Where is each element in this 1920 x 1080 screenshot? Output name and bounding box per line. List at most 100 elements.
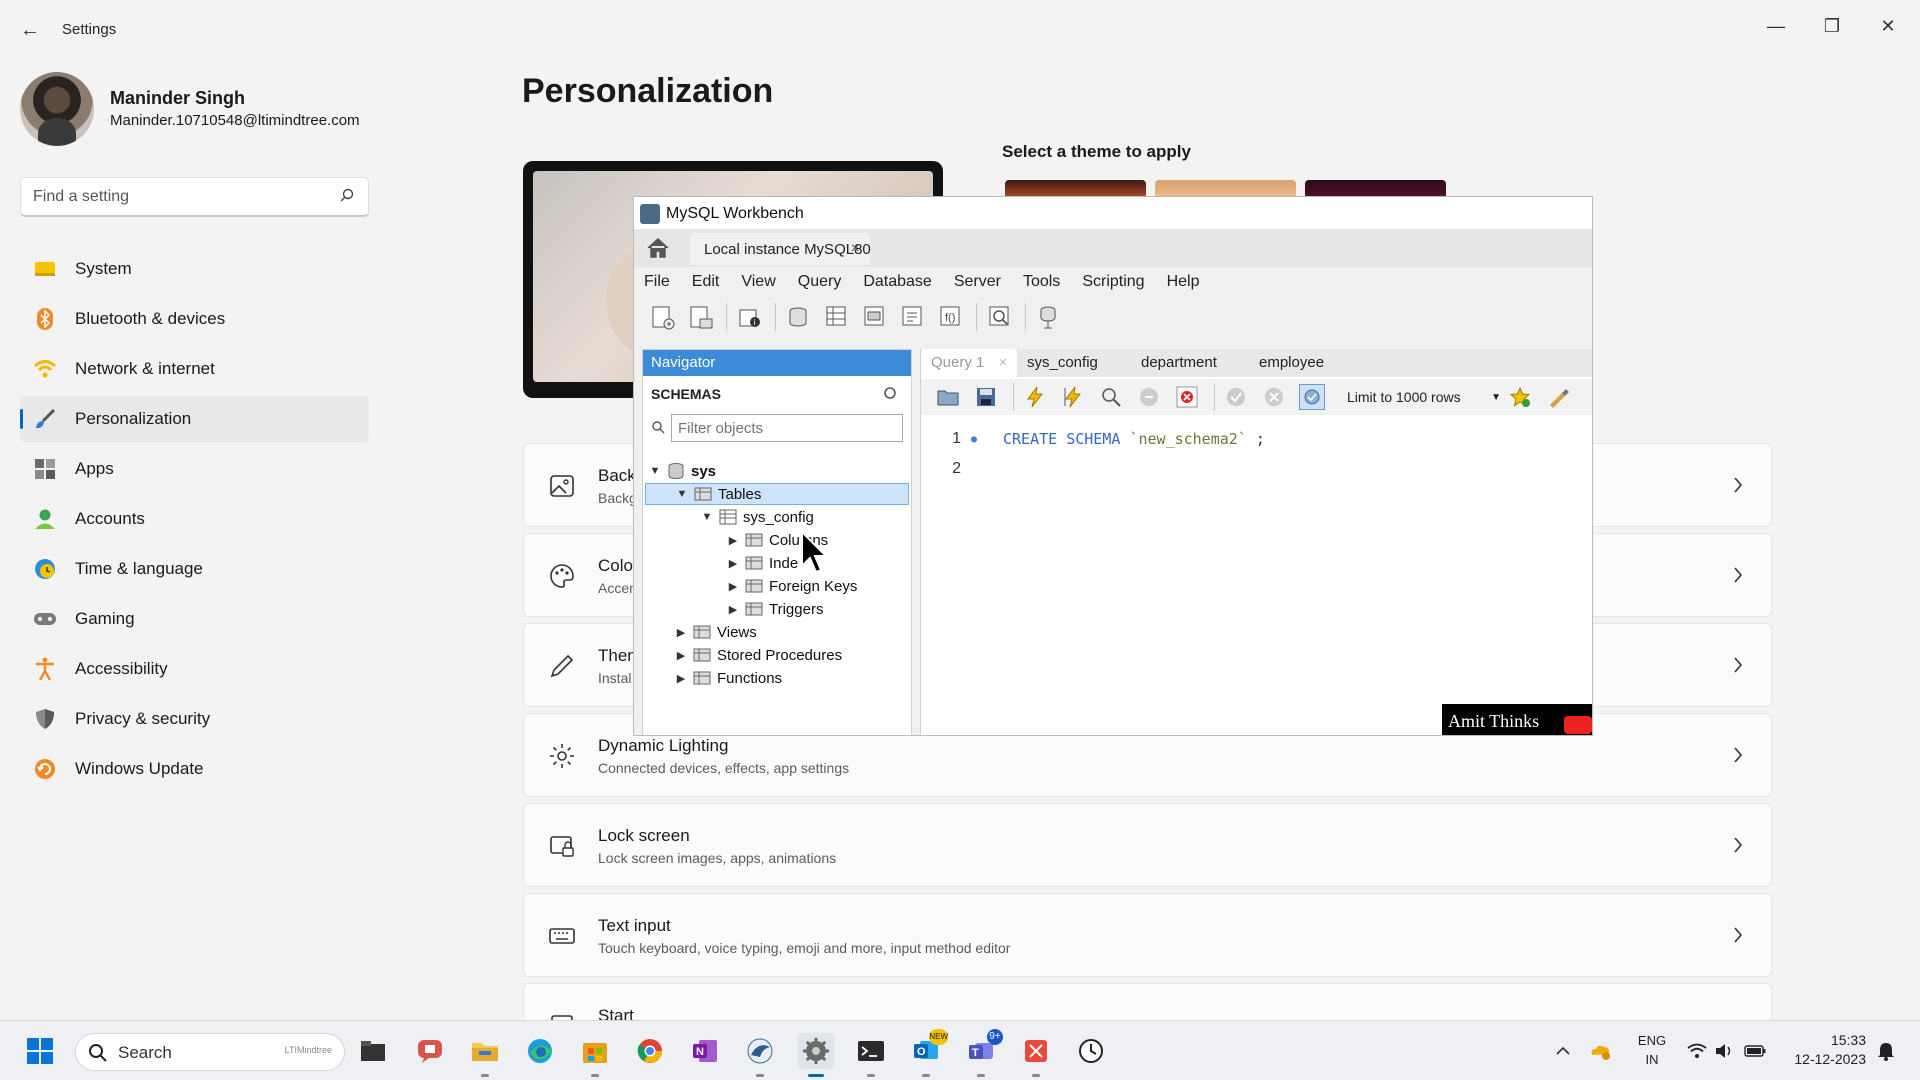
expand-triangle-icon[interactable]: ▶ [727,534,739,547]
code-line-1[interactable]: 1 ● CREATE SCHEMA `new_schema2` ; [921,427,1265,451]
search-input[interactable] [33,186,323,208]
add-snippet-icon[interactable] [1507,384,1533,410]
chrome-icon[interactable] [632,1033,668,1069]
expand-triangle-icon[interactable]: ▶ [727,603,739,616]
sidebar-item-personalization[interactable]: Personalization [20,396,369,442]
tree-indexes[interactable]: ▶ Inde [727,552,798,574]
close-tab-icon[interactable]: × [999,354,1008,371]
open-folder-icon[interactable] [935,384,961,410]
menu-tools[interactable]: Tools [1023,267,1060,297]
terminal-icon[interactable] [853,1033,889,1077]
back-arrow-icon[interactable]: ← [18,18,42,42]
menu-query[interactable]: Query [798,267,842,297]
sidebar-item-windows-update[interactable]: Windows Update [20,746,369,792]
sidebar-item-network[interactable]: Network & internet [20,346,369,392]
search-icon[interactable] [340,188,354,202]
tab-sys-config[interactable]: sys_config [1027,349,1098,377]
explain-icon[interactable] [1098,384,1124,410]
inspector-icon[interactable]: i [735,302,765,332]
create-schema-icon[interactable] [784,302,814,332]
onedrive-warning-icon[interactable] [1588,1039,1612,1063]
sidebar-item-bluetooth[interactable]: Bluetooth & devices [20,296,369,342]
sidebar-item-gaming[interactable]: Gaming [20,596,369,642]
avatar[interactable] [20,72,94,146]
sidebar-item-time-language[interactable]: Time & language [20,546,369,592]
collapse-triangle-icon[interactable]: ▼ [676,488,688,500]
tree-views[interactable]: ▶ Views [675,621,757,643]
restore-icon[interactable]: ❐ [1810,8,1854,44]
code-line-2[interactable]: 2 [921,457,967,481]
connection-tab[interactable]: Local instance MySQL80 × [690,233,871,265]
tree-functions[interactable]: ▶ Functions [675,667,782,689]
sidebar-item-privacy[interactable]: Privacy & security [20,696,369,742]
save-icon[interactable] [973,384,999,410]
windows-start-icon[interactable] [22,1033,58,1069]
tree-triggers[interactable]: ▶ Triggers [727,598,824,620]
collapse-triangle-icon[interactable]: ▼ [649,465,661,477]
menu-view[interactable]: View [741,267,775,297]
expand-triangle-icon[interactable]: ▶ [675,672,687,685]
create-view-icon[interactable] [860,302,890,332]
tree-foreign-keys[interactable]: ▶ Foreign Keys [727,575,858,597]
schema-sys[interactable]: ▼ sys [649,460,716,482]
menu-file[interactable]: File [644,267,670,297]
menu-server[interactable]: Server [954,267,1001,297]
reconnect-icon[interactable] [1034,302,1064,332]
taskbar-search[interactable]: Search LTIMindtree [75,1033,345,1071]
collapse-triangle-icon[interactable]: ▼ [701,511,713,523]
tree-stored-procedures[interactable]: ▶ Stored Procedures [675,644,842,666]
chevron-up-icon[interactable] [1552,1039,1574,1063]
snipping-icon[interactable] [1018,1033,1054,1077]
workbench-dolphin-icon[interactable] [742,1033,778,1077]
menu-database[interactable]: Database [863,267,932,297]
sidebar-item-accounts[interactable]: Accounts [20,496,369,542]
execute-icon[interactable] [1022,384,1048,410]
tree-tables[interactable]: ▼ Tables [645,483,909,505]
tree-table-sys-config[interactable]: ▼ sys_config [701,506,814,528]
home-icon[interactable] [646,237,670,259]
wifi-status-icon[interactable] [1686,1039,1708,1063]
settings-gear-icon[interactable] [798,1033,834,1077]
outlook-icon[interactable]: O NEW [908,1029,948,1077]
close-tab-icon[interactable]: × [851,240,860,258]
card-lock-screen[interactable]: Lock screen Lock screen images, apps, an… [523,803,1772,887]
file-explorer-icon[interactable] [467,1033,503,1077]
rollback-icon[interactable] [1261,384,1287,410]
minimize-icon[interactable]: — [1754,8,1798,44]
menu-scripting[interactable]: Scripting [1082,267,1144,297]
beautify-icon[interactable] [1545,384,1571,410]
tab-query-1[interactable]: Query 1 × [921,349,1018,377]
input-language[interactable]: ENG IN [1634,1031,1670,1069]
edge-icon[interactable] [522,1033,558,1069]
store-icon[interactable] [577,1033,613,1077]
refresh-icon[interactable] [883,386,897,400]
expand-triangle-icon[interactable]: ▶ [675,626,687,639]
sidebar-item-system[interactable]: System [20,246,369,292]
code-text[interactable]: CREATE SCHEMA `new_schema2` ; [1003,430,1265,448]
close-icon[interactable]: ✕ [1866,8,1910,44]
limit-rows-select[interactable]: Limit to 1000 rows ▼ [1347,384,1507,410]
execute-current-icon[interactable] [1060,384,1086,410]
toggle-continue-icon[interactable] [1174,384,1200,410]
stop-icon[interactable] [1136,384,1162,410]
auto-commit-icon[interactable] [1299,384,1325,410]
tab-employee[interactable]: employee [1259,349,1324,377]
filter-objects-input[interactable] [672,415,902,441]
teams-icon[interactable]: T 9+ [963,1029,1003,1077]
expand-triangle-icon[interactable]: ▶ [675,649,687,662]
expand-triangle-icon[interactable]: ▶ [727,580,739,593]
sidebar-item-apps[interactable]: Apps [20,446,369,492]
file-explorer-dark-icon[interactable] [355,1033,391,1069]
search-table-data-icon[interactable] [985,302,1015,332]
create-procedure-icon[interactable] [898,302,928,332]
sidebar-item-accessibility[interactable]: Accessibility [20,646,369,692]
commit-icon[interactable] [1223,384,1249,410]
card-text-input[interactable]: Text input Touch keyboard, voice typing,… [523,893,1772,977]
system-clock[interactable]: 15:33 12-12-2023 [1780,1031,1866,1069]
notification-bell-icon[interactable] [1876,1039,1896,1063]
open-sql-script-icon[interactable] [686,302,716,332]
volume-icon[interactable] [1714,1039,1736,1063]
menu-edit[interactable]: Edit [692,267,720,297]
teams-chat-icon[interactable] [412,1033,448,1069]
tab-department[interactable]: department [1141,349,1217,377]
